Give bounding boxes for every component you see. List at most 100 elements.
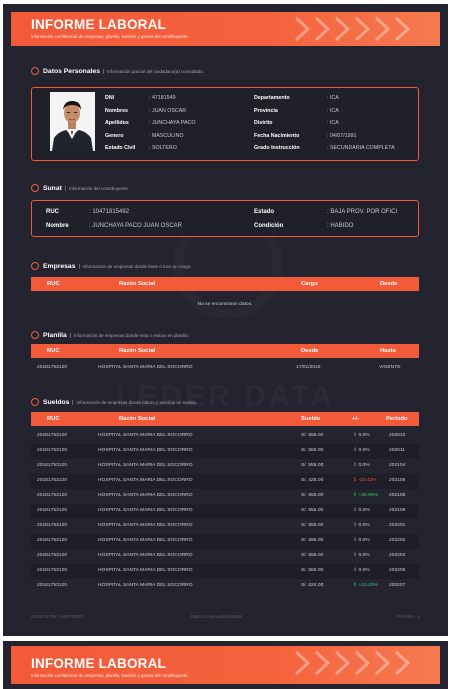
footer-timestamp: 08:42:29 PM - 04/07/2025 — [31, 614, 84, 619]
chevron-pattern-icon — [294, 16, 411, 42]
cell-sueldo: S/. 425.00 — [301, 478, 324, 483]
cell-periodo: 202202 — [389, 538, 406, 543]
cell-ruc: 20181753120 — [37, 365, 67, 370]
empty-message: No se encontraron datos. — [197, 302, 253, 307]
cell-periodo: 202203 — [389, 553, 406, 558]
cell-variacion: ⇕ 0.0% — [353, 429, 370, 444]
cell-periodo: 202109 — [389, 508, 406, 513]
cell-ruc: 20181753120 — [37, 553, 67, 558]
field-grado-instruccion: Grado Instrucción: SECUNDARIA COMPLETA — [254, 145, 395, 151]
variation-value: +12.43% — [358, 583, 378, 588]
cell-razon-social: HOSPITAL SANTA MARIA DEL SOCORRO — [98, 568, 193, 573]
variation-value: 0.0% — [358, 433, 370, 438]
table-row: 20181753120 HOSPITAL SANTA MARIA DEL SOCO… — [31, 459, 419, 474]
field-distrito: Distrito: ICA — [254, 120, 339, 126]
sunat-estado-label: Estado — [254, 209, 275, 215]
section-title: Empresas — [43, 262, 76, 270]
footer-link[interactable]: https://t.me/LederDataBot — [191, 614, 242, 619]
column-header: RUC — [47, 281, 60, 287]
cell-razon-social: HOSPITAL SANTA MARIA DEL SOCORRO — [98, 523, 193, 528]
column-header: Desde — [380, 281, 398, 287]
sueldos-table-header: RUC Razón Social Sueldo +/- Periodo — [31, 412, 419, 426]
cell-razon-social: HOSPITAL SANTA MARIA DEL SOCORRO — [98, 553, 193, 558]
report-title: INFORME LABORAL — [31, 656, 166, 671]
cell-razon-social: HOSPITAL SANTA MARIA DEL SOCORRO — [98, 463, 193, 468]
cell-variacion: ⇕ 0.0% — [353, 549, 370, 564]
section-title: Datos Personales — [43, 67, 101, 75]
sunat-nombre-value: : JUNCHAYA PACO JUAN OSCAR — [89, 223, 183, 229]
sunat-nombre-label: Nombre — [46, 223, 69, 229]
cell-variacion: ⇕ 0.0% — [353, 504, 370, 519]
cell-ruc: 20181753120 — [37, 448, 67, 453]
column-header: Hasta — [380, 348, 396, 354]
variation-value: +30.59% — [358, 493, 378, 498]
section-planilla: Planilla Información de empresas donde e… — [31, 329, 189, 341]
section-sueldos: Sueldos Información de empresas donde la… — [31, 396, 197, 408]
cell-variacion: ⇕ 0.0% — [353, 459, 370, 474]
field-estado-civil: Estado Civil: SOLTERO — [105, 145, 177, 151]
table-row: 20181753120 HOSPITAL SANTA MARIA DEL SOCO… — [31, 564, 419, 579]
section-description: Información de empresas donde tiene o tu… — [78, 263, 192, 269]
cell-periodo: 202011 — [389, 448, 405, 453]
section-description: Información de empresas donde esta o est… — [69, 332, 189, 338]
cell-razon-social: HOSPITAL SANTA MARIA DEL SOCORRO — [98, 508, 193, 513]
table-row: 20181753120 HOSPITAL SANTA MARIA DEL SOCO… — [31, 549, 419, 564]
cell-ruc: 20181753120 — [37, 538, 67, 543]
cell-periodo: 202205 — [389, 568, 406, 573]
cell-razon-social: HOSPITAL SANTA MARIA DEL SOCORRO — [98, 478, 193, 483]
section-title: Sueldos — [43, 398, 70, 406]
cell-ruc: 20181753120 — [37, 583, 67, 588]
column-header: Cargo — [301, 281, 318, 287]
variation-value: 0.0% — [358, 553, 370, 558]
person-portrait-icon — [50, 92, 95, 151]
table-row: 20181753120 HOSPITAL SANTA MARIA DEL SOCO… — [31, 579, 419, 594]
column-header: Razón Social — [119, 281, 156, 287]
cell-razon-social: HOSPITAL SANTA MARIA DEL SOCORRO — [98, 365, 193, 370]
cell-sueldo: S/. 624.00 — [301, 583, 324, 588]
field-dni: DNI: 47181549 — [105, 95, 176, 101]
cell-variacion: ⇕ 0.0% — [353, 444, 370, 459]
cell-variacion: ⇕ +12.43% — [353, 579, 378, 594]
empresas-table-header: RUC Razón Social Cargo Desde — [31, 277, 419, 291]
chevron-pattern-icon — [294, 650, 411, 676]
sunat-estado-value: : BAJA PROV. POR OFICI — [327, 209, 398, 215]
section-sunat: Sunat Información del contribuyente. — [31, 182, 129, 194]
cell-variacion: ⇕ +30.59% — [353, 489, 378, 504]
table-row: 20181753120 HOSPITAL SANTA MARIA DEL SOCO… — [31, 534, 419, 549]
section-bullet-icon — [31, 67, 39, 75]
cell-sueldo: S/. 555.00 — [301, 523, 324, 528]
cell-sueldo: S/. 555.00 — [301, 508, 324, 513]
planilla-table-header: RUC Razón Social Desde Hasta — [31, 344, 419, 358]
cell-sueldo: S/. 555.00 — [301, 463, 324, 468]
cell-ruc: 20181753120 — [37, 493, 67, 498]
cell-sueldo: S/. 555.00 — [301, 433, 324, 438]
column-header: Periodo — [386, 416, 408, 422]
cell-ruc: 20181753120 — [37, 463, 67, 468]
cell-variacion: ⇕ 0.0% — [353, 519, 370, 534]
column-header: Desde — [301, 348, 319, 354]
table-row: 20181753120 HOSPITAL SANTA MARIA DEL SOC… — [31, 361, 419, 376]
cell-razon-social: HOSPITAL SANTA MARIA DEL SOCORRO — [98, 493, 193, 498]
cell-variacion: ⇕ -23.42% — [353, 474, 377, 489]
cell-periodo: 202105 — [389, 478, 406, 483]
cell-periodo: 202201 — [389, 523, 406, 528]
person-photo — [50, 92, 95, 151]
report-page: LEDER DATA INFORME LABORAL Información c… — [3, 4, 448, 636]
cell-hasta: VIGENTE — [379, 365, 401, 370]
cell-ruc: 20181753120 — [37, 478, 67, 483]
sunat-ruc-value: : 10471815492 — [89, 209, 130, 215]
cell-sueldo: S/. 555.00 — [301, 493, 324, 498]
report-header-banner: INFORME LABORAL Información confidencial… — [11, 12, 440, 46]
cell-variacion: ⇕ 0.0% — [353, 534, 370, 549]
cell-periodo: 202010 — [389, 433, 406, 438]
field-genero: Genero: MASCULINO — [105, 133, 184, 139]
report-page-2: INFORME LABORAL Información confidencial… — [3, 641, 448, 689]
column-header: Sueldo — [301, 416, 321, 422]
field-departamento: Departamento: ICA — [254, 95, 339, 101]
table-row: 20181753120 HOSPITAL SANTA MARIA DEL SOCO… — [31, 519, 419, 534]
cell-razon-social: HOSPITAL SANTA MARIA DEL SOCORRO — [98, 583, 193, 588]
variation-value: 0.0% — [358, 463, 370, 468]
cell-desde: 17/01/2019 — [296, 365, 321, 370]
cell-periodo: 202207 — [389, 583, 406, 588]
cell-sueldo: S/. 555.00 — [301, 538, 324, 543]
